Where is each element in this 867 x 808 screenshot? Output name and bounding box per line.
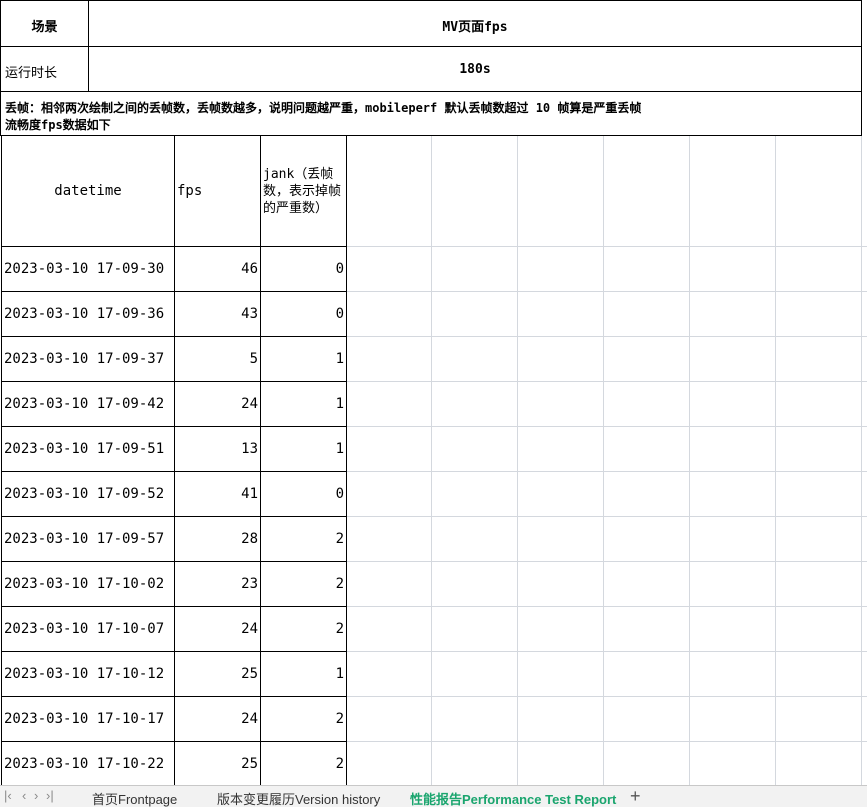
table-row: 2023-03-10 17-10-12 25 1 (1, 651, 347, 697)
grid-line (346, 516, 867, 517)
duration-label: 运行时长 (5, 66, 58, 81)
cell-datetime[interactable]: 2023-03-10 17-09-57 (1, 516, 175, 562)
table-row: 2023-03-10 17-09-36 43 0 (1, 291, 347, 337)
tab-performance-report[interactable]: 性能报告Performance Test Report (410, 789, 616, 808)
grid-line (346, 561, 867, 562)
cell-fps[interactable]: 28 (174, 516, 261, 562)
cell-jank[interactable]: 1 (260, 651, 347, 697)
grid-line (346, 741, 867, 742)
grid-line (346, 651, 867, 652)
cell-fps[interactable]: 13 (174, 426, 261, 472)
grid-line (346, 291, 867, 292)
cell-jank[interactable]: 2 (260, 696, 347, 742)
cell-datetime[interactable]: 2023-03-10 17-10-02 (1, 561, 175, 607)
grid-line (517, 135, 518, 785)
note-cell[interactable]: 丢帧：相邻两次绘制之间的丢帧数，丢帧数越多，说明问题越严重，mobileperf… (0, 91, 862, 136)
table-row: 2023-03-10 17-09-42 24 1 (1, 381, 347, 427)
note-line-1: 丢帧：相邻两次绘制之间的丢帧数，丢帧数越多，说明问题越严重，mobileperf… (5, 101, 642, 115)
cell-datetime[interactable]: 2023-03-10 17-09-51 (1, 426, 175, 472)
cell-fps[interactable]: 46 (174, 246, 261, 292)
cell-fps[interactable]: 24 (174, 696, 261, 742)
cell-jank[interactable]: 1 (260, 426, 347, 472)
grid-line (431, 135, 432, 785)
cell-jank[interactable]: 0 (260, 291, 347, 337)
table-row: 2023-03-10 17-10-02 23 2 (1, 561, 347, 607)
cell-fps[interactable]: 24 (174, 381, 261, 427)
grid-line (346, 381, 867, 382)
tab-frontpage[interactable]: 首页Frontpage (92, 789, 177, 808)
grid-line (603, 135, 604, 785)
table-row: 2023-03-10 17-09-51 13 1 (1, 426, 347, 472)
scene-value: MV页面fps (442, 20, 508, 35)
cell-jank[interactable]: 2 (260, 606, 347, 652)
add-sheet-icon[interactable]: + (630, 786, 641, 807)
cell-jank[interactable]: 2 (260, 516, 347, 562)
grid-line (346, 606, 867, 607)
cell-jank[interactable]: 1 (260, 336, 347, 382)
table-row: 2023-03-10 17-10-22 25 2 (1, 741, 347, 785)
cell-datetime[interactable]: 2023-03-10 17-09-36 (1, 291, 175, 337)
cell-datetime[interactable]: 2023-03-10 17-09-37 (1, 336, 175, 382)
cell-datetime[interactable]: 2023-03-10 17-10-07 (1, 606, 175, 652)
grid-line (346, 246, 867, 247)
column-header-fps[interactable]: fps (174, 135, 261, 247)
column-header-datetime[interactable]: datetime (1, 135, 175, 247)
scene-label-cell[interactable]: 场景 (0, 0, 89, 47)
cell-fps[interactable]: 25 (174, 651, 261, 697)
cell-fps[interactable]: 41 (174, 471, 261, 517)
grid-line (346, 426, 867, 427)
grid-line (861, 135, 862, 785)
table-row: 2023-03-10 17-10-17 24 2 (1, 696, 347, 742)
cell-jank[interactable]: 2 (260, 741, 347, 785)
first-sheet-icon[interactable]: |‹ (4, 788, 12, 803)
column-header-label: fps (177, 183, 203, 199)
next-sheet-icon[interactable]: › (34, 788, 38, 803)
cell-datetime[interactable]: 2023-03-10 17-10-17 (1, 696, 175, 742)
column-header-label: datetime (54, 183, 122, 199)
duration-label-cell[interactable]: 运行时长 (0, 46, 89, 92)
cell-datetime[interactable]: 2023-03-10 17-09-52 (1, 471, 175, 517)
cell-datetime[interactable]: 2023-03-10 17-09-30 (1, 246, 175, 292)
cell-fps[interactable]: 43 (174, 291, 261, 337)
scene-label: 场景 (31, 20, 58, 35)
cell-datetime[interactable]: 2023-03-10 17-10-22 (1, 741, 175, 785)
duration-value: 180s (459, 62, 491, 77)
table-row: 2023-03-10 17-09-37 5 1 (1, 336, 347, 382)
grid-line (689, 135, 690, 785)
table-row: 2023-03-10 17-09-30 46 0 (1, 246, 347, 292)
cell-fps[interactable]: 25 (174, 741, 261, 785)
prev-sheet-icon[interactable]: ‹ (22, 788, 26, 803)
scene-value-cell[interactable]: MV页面fps (88, 0, 862, 47)
column-header-jank[interactable]: jank（丢帧数，表示掉帧的严重数） (260, 135, 347, 247)
cell-fps[interactable]: 23 (174, 561, 261, 607)
grid-line (346, 696, 867, 697)
table-row: 2023-03-10 17-09-52 41 0 (1, 471, 347, 517)
grid-line (346, 336, 867, 337)
table-header-row: datetime fps jank（丢帧数，表示掉帧的严重数） (1, 135, 347, 247)
table-row: 2023-03-10 17-09-57 28 2 (1, 516, 347, 562)
cell-jank[interactable]: 0 (260, 246, 347, 292)
duration-value-cell[interactable]: 180s (88, 46, 862, 92)
table-row: 2023-03-10 17-10-07 24 2 (1, 606, 347, 652)
grid-line (775, 135, 776, 785)
cell-jank[interactable]: 2 (260, 561, 347, 607)
sheet-tab-bar: |‹ ‹ › ›| 首页Frontpage 版本变更履历Version hist… (0, 785, 867, 807)
spreadsheet-area: 场景 MV页面fps 运行时长 180s 丢帧：相邻两次绘制之间的丢帧数，丢帧数… (0, 0, 867, 785)
cell-datetime[interactable]: 2023-03-10 17-09-42 (1, 381, 175, 427)
cell-jank[interactable]: 0 (260, 471, 347, 517)
column-header-label: jank（丢帧数，表示掉帧的严重数） (263, 166, 342, 216)
tab-version-history[interactable]: 版本变更履历Version history (217, 789, 380, 808)
note-line-2: 流畅度fps数据如下 (5, 118, 111, 132)
cell-datetime[interactable]: 2023-03-10 17-10-12 (1, 651, 175, 697)
cell-fps[interactable]: 24 (174, 606, 261, 652)
cell-fps[interactable]: 5 (174, 336, 261, 382)
fps-table: datetime fps jank（丢帧数，表示掉帧的严重数） 2023-03-… (1, 135, 347, 785)
last-sheet-icon[interactable]: ›| (46, 788, 54, 803)
cell-jank[interactable]: 1 (260, 381, 347, 427)
grid-line (346, 471, 867, 472)
